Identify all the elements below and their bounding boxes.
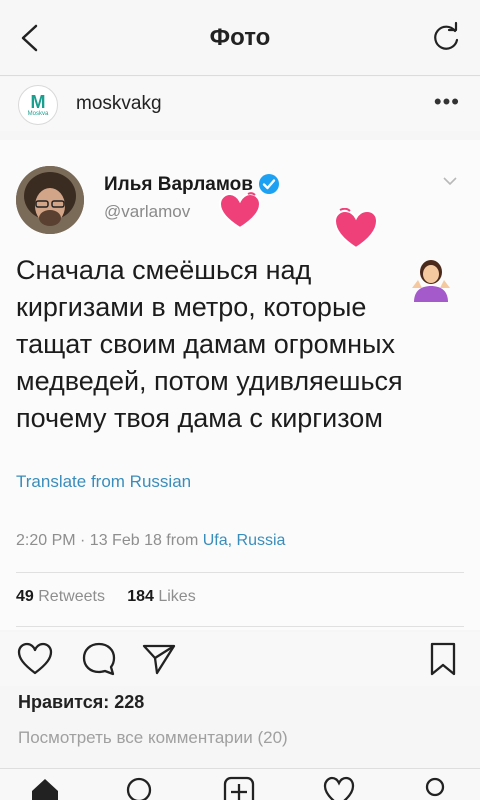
tweet-text-line: Сначала смеёшься над	[16, 255, 312, 285]
likes-count: 184	[127, 588, 154, 605]
activity-heart-icon[interactable]	[322, 775, 356, 800]
bottom-nav	[0, 768, 480, 800]
heart-outline-icon[interactable]	[16, 640, 54, 678]
account-logo-sub: Moskva	[27, 111, 49, 117]
retweets-count: 49	[16, 588, 34, 605]
tweet-text: Сначала смеёшься над киргизами в метро, …	[16, 252, 446, 437]
comment-bubble-icon[interactable]	[80, 640, 118, 678]
account-avatar[interactable]: M Moskva	[18, 85, 58, 125]
tweet-timestamp: 2:20 PM · 13 Feb 18 from	[16, 532, 203, 549]
search-icon[interactable]	[124, 775, 158, 800]
profile-icon[interactable]	[418, 775, 452, 800]
post-actions	[0, 632, 480, 686]
tweet-card: Илья Варламов @varlamov Сначала смеёшься…	[0, 140, 480, 630]
retweets-label: Retweets	[38, 588, 105, 605]
pink-heart-sticker-icon	[218, 192, 262, 230]
translate-link[interactable]: Translate from Russian	[16, 472, 191, 492]
paper-plane-icon[interactable]	[140, 640, 178, 678]
tweet-author-avatar	[16, 166, 84, 234]
page-title: Фото	[209, 24, 271, 51]
account-username[interactable]: moskvakg	[76, 93, 162, 115]
view-comments-link[interactable]: Посмотреть все комментарии (20)	[18, 728, 288, 748]
more-dots-icon[interactable]: •••	[434, 89, 460, 115]
likes-label: Likes	[158, 588, 196, 605]
tweet-text-line: медведей, потом удивляешься	[16, 366, 403, 396]
tweet-text-line: тащат своим дамам огромных	[16, 329, 395, 359]
chevron-down-icon[interactable]	[442, 176, 458, 186]
tweet-author-handle: @varlamov	[104, 202, 191, 221]
home-icon[interactable]	[28, 775, 62, 800]
refresh-icon[interactable]	[428, 20, 464, 56]
tweet-text-line: почему твоя дама с киргизом	[16, 403, 383, 433]
divider	[16, 626, 464, 627]
tweet-meta: 2:20 PM · 13 Feb 18 from Ufa, Russia	[16, 532, 285, 550]
post-header: M Moskva moskvakg •••	[0, 77, 480, 131]
account-logo-letter: M	[30, 92, 46, 112]
top-bar: Фото	[0, 0, 480, 76]
tweet-stats: 49 Retweets 184 Likes	[16, 588, 196, 606]
tweet-text-line: киргизами в метро, которые	[16, 292, 367, 322]
pink-heart-sticker-icon	[333, 208, 379, 250]
tweet-location-link[interactable]: Ufa, Russia	[203, 532, 286, 549]
bookmark-icon[interactable]	[424, 640, 462, 678]
add-post-icon[interactable]	[222, 775, 256, 800]
divider	[16, 572, 464, 573]
likes-count-text[interactable]: Нравится: 228	[18, 692, 144, 713]
